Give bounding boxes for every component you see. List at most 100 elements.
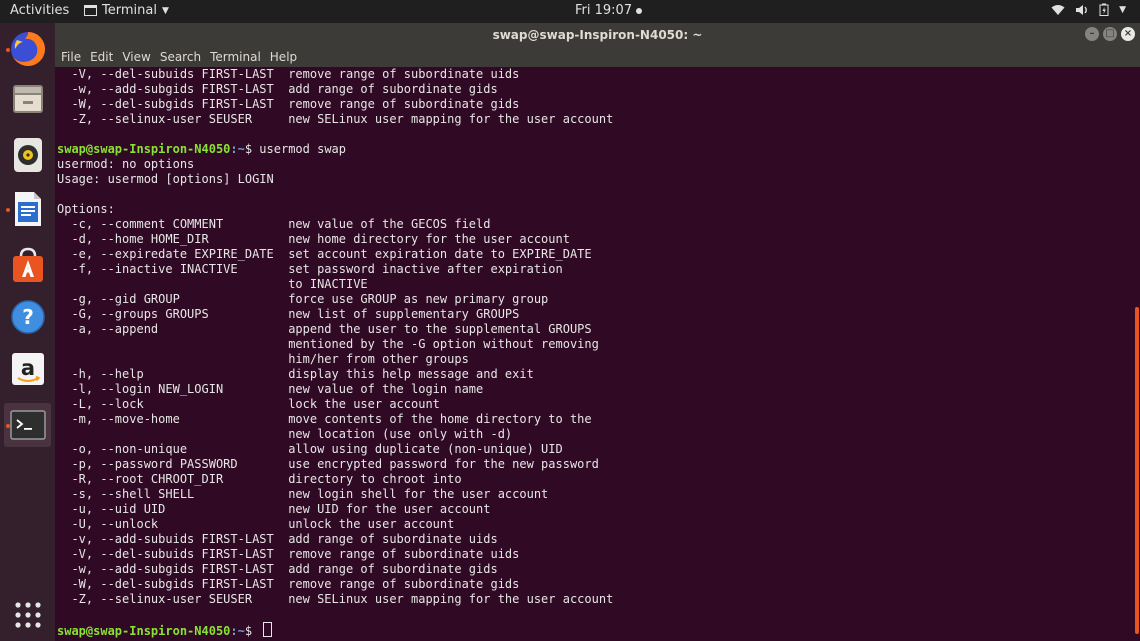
notification-dot-icon bbox=[636, 7, 643, 14]
maximize-button[interactable]: □ bbox=[1103, 27, 1117, 41]
terminal-line: -w, --add-subgids FIRST-LAST add range o… bbox=[57, 562, 498, 576]
menu-edit[interactable]: Edit bbox=[90, 50, 113, 64]
volume-icon bbox=[1076, 4, 1087, 15]
help-icon: ? bbox=[10, 300, 45, 334]
terminal-line: -s, --shell SHELL new login shell for th… bbox=[57, 487, 549, 501]
terminal-prompt-line: swap@swap-Inspiron-N4050:~$ usermod swap bbox=[57, 142, 613, 157]
dock-item-rhythmbox[interactable] bbox=[4, 133, 51, 177]
prompt-path: :~ bbox=[230, 624, 245, 638]
terminal-line: -l, --login NEW_LOGIN new value of the l… bbox=[57, 382, 484, 396]
terminal-line: to INACTIVE bbox=[57, 277, 368, 291]
terminal-line: -d, --home HOME_DIR new home directory f… bbox=[57, 232, 570, 246]
text-cursor bbox=[263, 622, 273, 637]
chevron-down-icon: ▼ bbox=[161, 5, 169, 16]
window-titlebar[interactable]: swap@swap-Inspiron-N4050: ~ – □ × bbox=[55, 23, 1140, 46]
prompt-command: $ bbox=[244, 624, 260, 638]
terminal-line: -G, --groups GROUPS new list of suppleme… bbox=[57, 307, 520, 321]
files-icon bbox=[12, 85, 43, 113]
terminal-line: -e, --expiredate EXPIRE_DATE set account… bbox=[57, 247, 592, 261]
terminal-line: Options: bbox=[57, 202, 115, 216]
terminal-line: -U, --unlock unlock the user account bbox=[57, 517, 455, 531]
window-controls: – □ × bbox=[1085, 27, 1135, 41]
dock-item-help[interactable]: ? bbox=[4, 295, 51, 339]
running-indicator bbox=[6, 208, 10, 212]
prompt-user: swap@swap-Inspiron-N4050 bbox=[57, 142, 231, 156]
running-indicator bbox=[6, 424, 10, 428]
menu-file[interactable]: File bbox=[61, 50, 81, 64]
terminal-line: -u, --uid UID new UID for the user accou… bbox=[57, 502, 491, 516]
menu-search[interactable]: Search bbox=[160, 50, 201, 64]
activities-button[interactable]: Activities bbox=[10, 3, 69, 18]
close-icon: × bbox=[1123, 28, 1133, 39]
chevron-down-icon: ▼ bbox=[1119, 4, 1126, 15]
minimize-button[interactable]: – bbox=[1085, 27, 1099, 41]
terminal-line: -v, --add-subuids FIRST-LAST add range o… bbox=[57, 532, 498, 546]
minimize-icon: – bbox=[1089, 28, 1095, 39]
prompt-user: swap@swap-Inspiron-N4050 bbox=[57, 624, 231, 638]
terminal-line: -o, --non-unique allow using duplicate (… bbox=[57, 442, 563, 456]
menu-view[interactable]: View bbox=[122, 50, 150, 64]
terminal-line: -p, --password PASSWORD use encrypted pa… bbox=[57, 457, 599, 471]
software-center-icon bbox=[12, 247, 43, 282]
terminal-icon bbox=[9, 410, 46, 440]
dock-item-amazon[interactable]: a bbox=[4, 347, 51, 391]
terminal-line: -W, --del-subgids FIRST-LAST remove rang… bbox=[57, 97, 520, 111]
terminal-line: -g, --gid GROUP force use GROUP as new p… bbox=[57, 292, 549, 306]
terminal-lines: -V, --del-subuids FIRST-LAST remove rang… bbox=[57, 67, 614, 638]
terminal-line: -V, --del-subuids FIRST-LAST remove rang… bbox=[57, 547, 520, 561]
terminal-line: -L, --lock lock the user account bbox=[57, 397, 440, 411]
terminal-line: -Z, --selinux-user SEUSER new SELinux us… bbox=[57, 112, 614, 126]
scrollbar[interactable] bbox=[1132, 67, 1140, 641]
maximize-icon: □ bbox=[1105, 28, 1115, 39]
terminal-line: him/her from other groups bbox=[57, 352, 469, 366]
show-applications-button[interactable] bbox=[4, 593, 51, 637]
terminal-prompt-line: swap@swap-Inspiron-N4050:~$ bbox=[57, 622, 613, 638]
menu-bar: File Edit View Search Terminal Help bbox=[55, 46, 1140, 67]
terminal-line: usermod: no options bbox=[57, 157, 195, 171]
writer-icon bbox=[14, 192, 41, 226]
terminal-line: -m, --move-home move contents of the hom… bbox=[57, 412, 592, 426]
terminal-output[interactable]: -V, --del-subuids FIRST-LAST remove rang… bbox=[55, 67, 1132, 641]
terminal-line: mentioned by the -G option without remov… bbox=[57, 337, 599, 351]
menu-help[interactable]: Help bbox=[270, 50, 297, 64]
terminal-line: -W, --del-subgids FIRST-LAST remove rang… bbox=[57, 577, 520, 591]
top-bar: Activities Terminal ▼ Fri 19:07 ▼ bbox=[0, 0, 1140, 23]
svg-text:?: ? bbox=[22, 305, 34, 329]
wifi-icon bbox=[1051, 4, 1065, 15]
terminal-line: -V, --del-subuids FIRST-LAST remove rang… bbox=[57, 67, 520, 81]
battery-icon bbox=[1099, 3, 1109, 16]
clock-label: Fri 19:07 bbox=[575, 3, 633, 18]
dock-item-writer[interactable] bbox=[4, 187, 51, 231]
prompt-path: :~ bbox=[230, 142, 245, 156]
grid-icon bbox=[14, 602, 41, 628]
terminal-line: new location (use only with -d) bbox=[57, 427, 513, 441]
scrollbar-thumb[interactable] bbox=[1135, 307, 1139, 634]
dock: ? a bbox=[0, 23, 55, 641]
amazon-icon: a bbox=[11, 353, 44, 385]
close-button[interactable]: × bbox=[1121, 27, 1135, 41]
app-menu-label: Terminal bbox=[102, 3, 157, 18]
terminal-line: -a, --append append the user to the supp… bbox=[57, 322, 592, 336]
terminal-line: -R, --root CHROOT_DIR directory to chroo… bbox=[57, 472, 462, 486]
terminal-line: -w, --add-subgids FIRST-LAST add range o… bbox=[57, 82, 498, 96]
dock-item-software[interactable] bbox=[4, 243, 51, 287]
terminal-line: -c, --comment COMMENT new value of the G… bbox=[57, 217, 491, 231]
terminal-small-icon bbox=[84, 5, 97, 16]
running-indicator bbox=[6, 48, 10, 52]
dock-item-terminal[interactable] bbox=[4, 403, 51, 447]
svg-text:a: a bbox=[20, 356, 34, 380]
system-status-area[interactable]: ▼ bbox=[1051, 3, 1126, 16]
clock[interactable]: Fri 19:07 bbox=[575, 3, 643, 18]
dock-item-files[interactable] bbox=[4, 77, 51, 121]
dock-item-firefox[interactable] bbox=[4, 27, 51, 71]
terminal-line: -h, --help display this help message and… bbox=[57, 367, 534, 381]
terminal-line: Usage: usermod [options] LOGIN bbox=[57, 172, 274, 186]
app-menu[interactable]: Terminal ▼ bbox=[84, 3, 169, 18]
prompt-command: $ usermod swap bbox=[244, 142, 346, 156]
rhythmbox-icon bbox=[13, 138, 42, 172]
window-title: swap@swap-Inspiron-N4050: ~ bbox=[492, 28, 703, 42]
menu-terminal[interactable]: Terminal bbox=[210, 50, 261, 64]
